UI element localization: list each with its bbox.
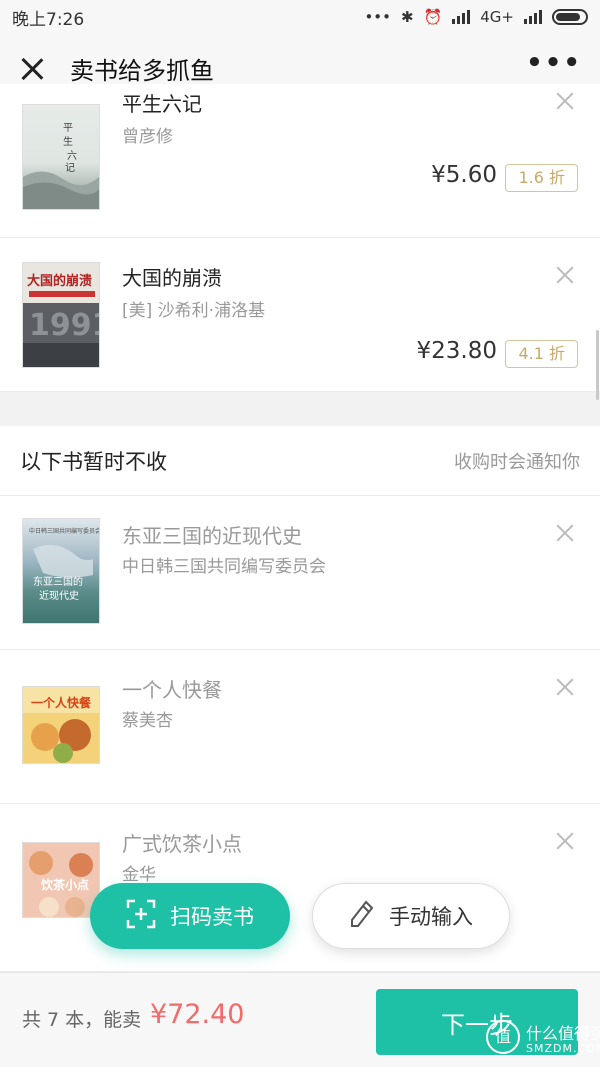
status-bar: 晚上7:26 ••• ✱ ⏰ 4G+ xyxy=(0,0,600,34)
svg-text:平: 平 xyxy=(63,123,73,134)
svg-text:记: 记 xyxy=(65,162,75,174)
section-divider xyxy=(0,392,600,426)
cell-signal-icon xyxy=(524,10,542,24)
more-dots-icon: ••• xyxy=(364,8,391,26)
pencil-icon xyxy=(349,899,375,934)
status-time: 晚上7:26 xyxy=(12,9,85,30)
watermark-logo: 值 什么值得买 SMZDM.COM xyxy=(486,1002,600,1062)
watermark-glyph: 值 xyxy=(486,1020,520,1054)
rejected-section-header: 以下书暂时不收 收购时会通知你 xyxy=(0,426,600,496)
app-screen: 晚上7:26 ••• ✱ ⏰ 4G+ 卖书给多抓鱼 ••• 平 生 六 记 平生… xyxy=(0,0,600,1067)
book-author: 蔡美杏 xyxy=(122,711,173,731)
svg-text:六: 六 xyxy=(67,150,77,162)
remove-book-icon[interactable] xyxy=(556,832,574,850)
book-title: 广式饮茶小点 xyxy=(122,832,242,856)
svg-text:中日韩三国共同编写委员会: 中日韩三国共同编写委员会 xyxy=(29,527,100,535)
book-cover: 中日韩三国共同编写委员会 东亚三国的 近现代史 xyxy=(22,518,100,624)
book-title: 一个人快餐 xyxy=(122,678,222,702)
book-author: 中日韩三国共同编写委员会 xyxy=(122,557,326,577)
remove-book-icon[interactable] xyxy=(556,92,574,110)
hd-signal-icon xyxy=(452,10,471,24)
discount-badge: 1.6 折 xyxy=(505,164,578,192)
book-cover: 饮茶小点 xyxy=(22,842,100,918)
section-title: 以下书暂时不收 xyxy=(20,449,167,474)
watermark-text: 什么值得买 xyxy=(526,1024,600,1043)
total-price: ¥72.40 xyxy=(150,999,245,1030)
svg-text:生: 生 xyxy=(63,135,73,148)
bluetooth-icon: ✱ xyxy=(400,8,414,26)
list-item[interactable]: 饮茶小点 广式饮茶小点 金华 xyxy=(0,804,600,972)
alarm-icon: ⏰ xyxy=(423,8,443,26)
scan-sell-button[interactable]: 扫码卖书 xyxy=(90,883,290,949)
book-price: ¥23.80 xyxy=(416,338,497,364)
manual-input-label: 手动输入 xyxy=(389,905,473,929)
list-item[interactable]: 中日韩三国共同编写委员会 东亚三国的 近现代史 东亚三国的近现代史 中日韩三国共… xyxy=(0,496,600,650)
svg-text:大国的崩溃: 大国的崩溃 xyxy=(27,273,92,289)
section-note: 收购时会通知你 xyxy=(454,451,580,473)
scan-sell-label: 扫码卖书 xyxy=(170,905,254,929)
book-title: 平生六记 xyxy=(122,92,202,116)
remove-book-icon[interactable] xyxy=(556,266,574,284)
watermark-subtext: SMZDM.COM xyxy=(526,1042,600,1055)
remove-book-icon[interactable] xyxy=(556,678,574,696)
svg-text:近现代史: 近现代史 xyxy=(39,589,79,602)
book-author: 金华 xyxy=(122,865,156,885)
list-item[interactable]: 一个人快餐 一个人快餐 蔡美杏 xyxy=(0,650,600,804)
svg-text:一个人快餐: 一个人快餐 xyxy=(31,695,92,710)
book-cover: 平 生 六 记 xyxy=(22,104,100,210)
book-author: 曾彦修 xyxy=(122,127,173,147)
book-price: ¥5.60 xyxy=(431,162,497,188)
scrollbar[interactable] xyxy=(596,330,599,400)
discount-badge: 4.1 折 xyxy=(505,340,578,368)
book-title: 东亚三国的近现代史 xyxy=(122,524,302,548)
book-author: [美] 沙希利·浦洛基 xyxy=(122,301,266,321)
network-type: 4G+ xyxy=(480,8,514,26)
book-cover: 一个人快餐 xyxy=(22,686,100,764)
book-title: 大国的崩溃 xyxy=(122,266,222,290)
svg-text:饮茶小点: 饮茶小点 xyxy=(40,877,89,892)
close-icon[interactable] xyxy=(18,55,46,83)
manual-input-button[interactable]: 手动输入 xyxy=(312,883,510,949)
battery-icon xyxy=(552,9,588,25)
svg-text:1991: 1991 xyxy=(29,308,100,343)
status-icons: ••• ✱ ⏰ 4G+ xyxy=(364,8,588,26)
remove-book-icon[interactable] xyxy=(556,524,574,542)
book-count-summary: 共 7 本，能卖 xyxy=(22,1009,142,1031)
scan-icon xyxy=(126,899,156,934)
svg-text:东亚三国的: 东亚三国的 xyxy=(33,575,83,588)
list-item[interactable]: 平 生 六 记 平生六记 曾彦修 ¥5.60 1.6 折 xyxy=(0,84,600,238)
page-title: 卖书给多抓鱼 xyxy=(70,57,214,85)
list-item[interactable]: 大国的崩溃 1991 大国的崩溃 [美] 沙希利·浦洛基 ¥23.80 4.1 … xyxy=(0,238,600,392)
more-menu-button[interactable]: ••• xyxy=(526,50,582,80)
book-cover: 大国的崩溃 1991 xyxy=(22,262,100,368)
